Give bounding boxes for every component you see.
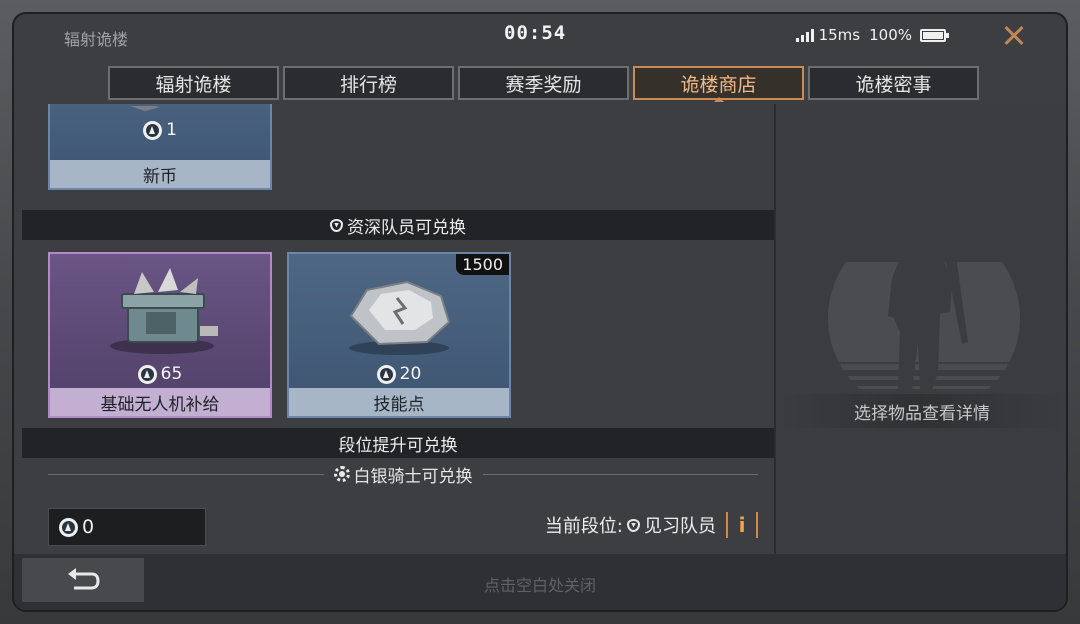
subsection-silver-knight: 白银骑士可兑换 (48, 461, 758, 487)
item-price: 20 (289, 364, 509, 384)
stock-badge: 1500 (456, 254, 509, 275)
battery-icon (920, 28, 949, 42)
coin-icon (143, 120, 163, 140)
rank-badge-icon (330, 218, 343, 232)
item-price: 65 (50, 364, 270, 384)
app-title: 辐射诡楼 (64, 30, 129, 49)
shop-item-new-coin[interactable]: 1 新币 (48, 104, 272, 190)
tab-secrets[interactable]: 诡楼密事 (808, 66, 979, 100)
shop-item-drone-supply[interactable]: 65 基础无人机补给 (48, 252, 272, 418)
current-rank-value: 见习队员 (644, 516, 716, 537)
current-rank: 当前段位: 见习队员 i (545, 512, 758, 538)
shop-list[interactable]: 1 新币 资深队员可兑换 65 基础无人机补给 1500 20 技能点 段位提升… (22, 104, 774, 554)
tab-bar: 辐射诡楼 排行榜 赛季奖励 诡楼商店 诡楼密事 (108, 66, 979, 102)
coin-icon (137, 364, 157, 384)
tab-leaderboard[interactable]: 排行榜 (283, 66, 454, 100)
silver-rank-icon (333, 466, 350, 482)
rank-badge-icon (627, 518, 640, 532)
top-bar: 辐射诡楼 00:54 15ms 100% (14, 14, 1066, 60)
close-icon[interactable] (998, 20, 1030, 52)
section-header-rank-up: 段位提升可兑换 (22, 428, 774, 458)
detail-placeholder: 选择物品查看详情 (776, 394, 1066, 428)
shop-window: 辐射诡楼 00:54 15ms 100% 辐射诡楼 排行榜 赛季奖励 诡楼商店 … (12, 12, 1068, 612)
section-title: 段位提升可兑换 (338, 435, 458, 456)
item-detail-panel: 选择物品查看详情 (774, 104, 1066, 554)
ping-value: 15ms (818, 26, 861, 44)
currency-balance: 0 (48, 508, 206, 546)
device-frame: 辐射诡楼 00:54 15ms 100% 辐射诡楼 排行榜 赛季奖励 诡楼商店 … (0, 0, 1080, 624)
signal-icon (795, 28, 814, 42)
section-title: 资深队员可兑换 (347, 217, 466, 238)
tab-label: 诡楼密事 (855, 73, 932, 96)
tab-radiation-building[interactable]: 辐射诡楼 (108, 66, 279, 100)
item-name: 技能点 (289, 388, 509, 416)
supply-crate-icon (110, 268, 218, 354)
balance-value: 0 (82, 516, 95, 538)
coin-icon (376, 364, 396, 384)
price-value: 1 (166, 120, 177, 140)
subsection-title: 白银骑士可兑换 (353, 466, 473, 487)
coin-icon (59, 517, 78, 537)
tab-label: 诡楼商店 (680, 73, 757, 96)
current-rank-label: 当前段位: (544, 516, 623, 537)
divider-line (48, 473, 324, 475)
item-name: 基础无人机补给 (50, 388, 270, 416)
item-name: 新币 (50, 160, 270, 188)
info-icon: i (738, 513, 746, 537)
tab-label: 排行榜 (339, 73, 397, 96)
shop-item-skill-point[interactable]: 1500 20 技能点 (287, 252, 511, 418)
tab-label: 赛季奖励 (505, 73, 582, 96)
price-value: 65 (160, 364, 183, 384)
price-value: 20 (399, 364, 422, 384)
info-button[interactable]: i (726, 512, 758, 538)
tab-shop[interactable]: 诡楼商店 (633, 66, 804, 102)
battery-value: 100% (869, 26, 912, 44)
close-hint: 点击空白处关闭 (483, 576, 596, 595)
countdown-clock: 00:54 (504, 22, 567, 44)
divider-line (482, 473, 758, 475)
subsection-label: 白银骑士可兑换 (333, 462, 473, 487)
bottom-bar: 点击空白处关闭 (14, 554, 1066, 610)
tab-label: 辐射诡楼 (155, 73, 232, 96)
section-header-senior: 资深队员可兑换 (22, 210, 774, 240)
network-status: 15ms 100% (795, 26, 949, 44)
soldier-silhouette-icon (828, 222, 1020, 390)
item-price: 1 (50, 120, 270, 140)
tab-season-rewards[interactable]: 赛季奖励 (458, 66, 629, 100)
